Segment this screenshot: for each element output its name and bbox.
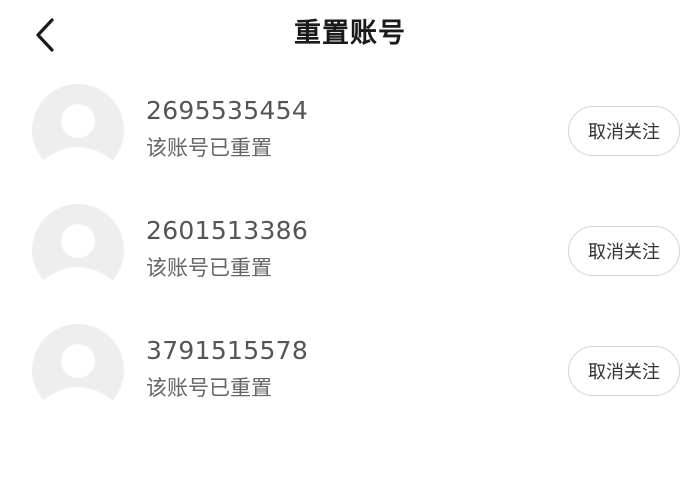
account-status: 该账号已重置 [146,136,272,160]
avatar[interactable] [32,84,124,176]
account-row: 2695535454 该账号已重置 取消关注 [0,80,700,200]
default-avatar-icon [44,344,112,416]
account-status: 该账号已重置 [146,376,272,400]
avatar[interactable] [32,324,124,416]
unfollow-button[interactable]: 取消关注 [568,106,680,156]
account-status: 该账号已重置 [146,256,272,280]
page-title: 重置账号 [294,18,406,49]
account-row: 2601513386 该账号已重置 取消关注 [0,200,700,320]
default-avatar-icon [44,104,112,176]
nav-bar: 重置账号 [0,0,700,70]
unfollow-button[interactable]: 取消关注 [568,226,680,276]
account-row: 3791515578 该账号已重置 取消关注 [0,320,700,440]
account-id: 3791515578 [146,336,309,365]
account-id: 2601513386 [146,216,309,245]
unfollow-button[interactable]: 取消关注 [568,346,680,396]
default-avatar-icon [44,224,112,296]
avatar[interactable] [32,204,124,296]
account-id: 2695535454 [146,96,309,125]
reset-accounts-screen: 重置账号 2695535454 该账号已重置 取消关注 2601513386 该… [0,0,700,491]
account-list: 2695535454 该账号已重置 取消关注 2601513386 该账号已重置… [0,80,700,440]
